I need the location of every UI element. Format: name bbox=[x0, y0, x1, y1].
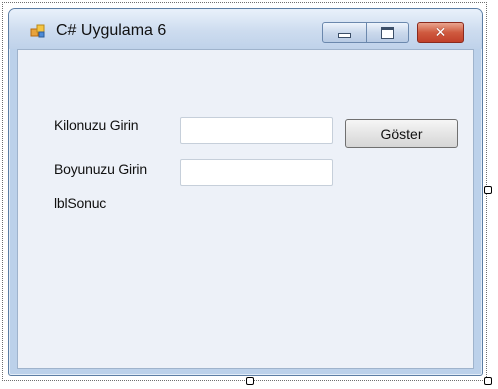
title-bar[interactable]: C# Uygulama 6 ✕ bbox=[9, 9, 482, 49]
height-label: Boyunuzu Girin bbox=[54, 161, 147, 177]
form-app-icon bbox=[30, 24, 45, 38]
maximize-icon bbox=[381, 26, 394, 39]
result-label: lblSonuc bbox=[54, 195, 107, 211]
height-input[interactable] bbox=[180, 159, 333, 186]
resize-handle-bottom[interactable] bbox=[246, 377, 254, 385]
close-button[interactable]: ✕ bbox=[417, 22, 464, 43]
maximize-button[interactable] bbox=[367, 22, 409, 43]
show-button-label: Göster bbox=[380, 125, 423, 142]
weight-label: Kilonuzu Girin bbox=[54, 117, 139, 133]
close-icon: ✕ bbox=[434, 24, 447, 41]
weight-input[interactable] bbox=[180, 117, 333, 144]
resize-handle-corner[interactable] bbox=[484, 377, 492, 385]
minimize-button[interactable] bbox=[322, 22, 367, 43]
window-title: C# Uygulama 6 bbox=[56, 22, 167, 39]
form-window: C# Uygulama 6 ✕ Kilonuzu Girin Göster Bo… bbox=[8, 8, 483, 376]
form-client-area: Kilonuzu Girin Göster Boyunuzu Girin lbl… bbox=[17, 49, 474, 369]
show-button[interactable]: Göster bbox=[345, 119, 458, 148]
minimize-icon bbox=[338, 33, 351, 38]
resize-handle-right[interactable] bbox=[484, 186, 492, 194]
